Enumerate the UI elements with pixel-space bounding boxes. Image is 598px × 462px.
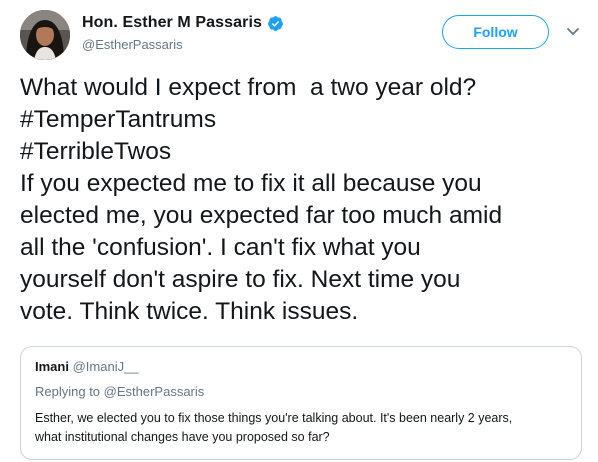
- tweet-line: yourself don't aspire to fix. Next time …: [20, 266, 461, 293]
- user-info: Hon. Esther M Passaris @EstherPassaris: [82, 13, 284, 52]
- hashtag-link[interactable]: #TerribleTwos: [20, 136, 580, 168]
- profile-photo-icon: [20, 10, 70, 60]
- quote-author-name: Imani: [35, 359, 69, 374]
- tweet-card: Hon. Esther M Passaris @EstherPassaris F…: [0, 0, 598, 462]
- quote-header: Imani @ImaniJ__: [35, 358, 567, 375]
- tweet-line: vote. Think twice. Think issues.: [20, 298, 359, 325]
- tweet-line: elected me, you expected far too much am…: [20, 202, 503, 229]
- tweet-line: What would I expect from a two year old?: [20, 74, 477, 101]
- quote-text-line: Esther, we elected you to fix those thin…: [35, 411, 513, 425]
- quoted-tweet[interactable]: Imani @ImaniJ__ Replying to @EstherPassa…: [20, 346, 582, 460]
- follow-button[interactable]: Follow: [442, 15, 549, 49]
- quote-replying-to: Replying to @EstherPassaris: [35, 384, 205, 399]
- verified-badge-icon: [267, 15, 284, 32]
- quote-author-handle: @ImaniJ__: [72, 359, 139, 374]
- tweet-line: If you expected me to fix it all because…: [20, 170, 482, 197]
- hashtag-link[interactable]: #TemperTantrums: [20, 104, 580, 136]
- quote-text-line: what institutional changes have you prop…: [35, 430, 330, 444]
- chevron-down-icon[interactable]: [566, 24, 580, 38]
- quote-text: Esther, we elected you to fix those thin…: [35, 409, 567, 447]
- display-name-row: Hon. Esther M Passaris: [82, 13, 284, 33]
- tweet-text: What would I expect from a two year old?…: [20, 72, 580, 328]
- user-handle[interactable]: @EstherPassaris: [82, 37, 284, 52]
- avatar[interactable]: [20, 10, 70, 60]
- tweet-line: all the 'confusion'. I can't fix what yo…: [20, 234, 421, 261]
- display-name[interactable]: Hon. Esther M Passaris: [82, 14, 262, 32]
